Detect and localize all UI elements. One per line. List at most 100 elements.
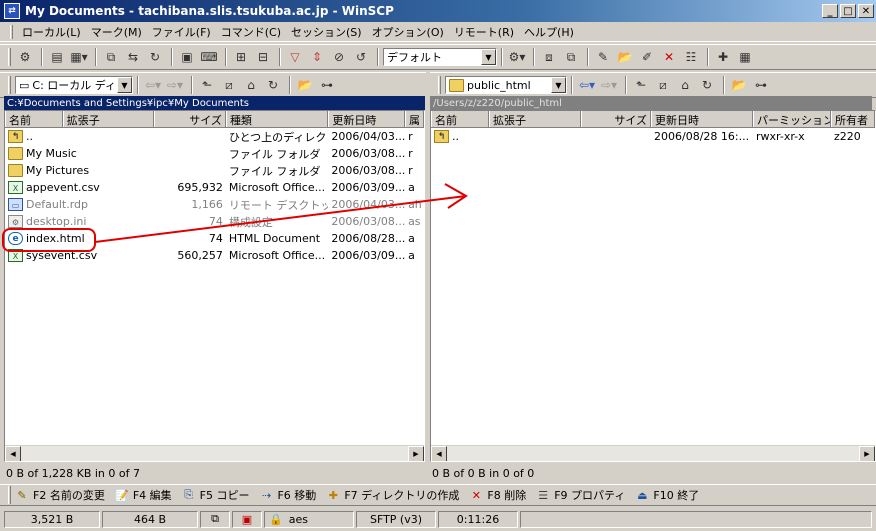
column-size[interactable]: サイズ <box>154 111 226 127</box>
table-row[interactable]: ↰.. 2006/08/28 16:... rwxr-xr-x z220 <box>431 128 875 145</box>
local-file-list[interactable]: 名前 拡張子 サイズ 種類 更新日時 属 ↰.. ひとつ上のディレクト 2006/0… <box>4 110 425 462</box>
unselect-icon[interactable]: ⊟ <box>253 47 273 67</box>
column-name[interactable]: 名前 <box>431 111 489 127</box>
file-name-cell[interactable]: ↰.. <box>5 130 154 144</box>
properties-icon[interactable]: ☷ <box>681 47 701 67</box>
local-hscrollbar[interactable]: ◀ ▶ <box>5 445 424 461</box>
queue-options-icon[interactable]: ▦▾ <box>69 47 89 67</box>
menu-remote[interactable]: リモート(R) <box>449 24 519 40</box>
close-button[interactable]: ✕ <box>858 4 874 18</box>
fkey-button[interactable]: ✚ F7 ディレクトリの作成 <box>326 487 460 503</box>
putty-icon[interactable]: ⌨ <box>199 47 219 67</box>
parent-dir-icon[interactable]: ⬑ <box>631 75 651 95</box>
delete-icon[interactable]: ✕ <box>659 47 679 67</box>
column-name[interactable]: 名前 <box>5 111 63 127</box>
column-modified[interactable]: 更新日時 <box>328 111 406 127</box>
column-extension[interactable]: 拡張子 <box>62 111 155 127</box>
add-bookmark-icon[interactable]: ▦ <box>735 47 755 67</box>
scroll-right-icon[interactable]: ▶ <box>408 446 424 461</box>
file-name-cell[interactable]: ↰.. <box>431 130 581 144</box>
refresh-icon[interactable]: ↻ <box>145 47 165 67</box>
select-icon[interactable]: ⊞ <box>231 47 251 67</box>
column-attributes[interactable]: 属 <box>405 111 424 127</box>
chevron-down-icon[interactable]: ▼ <box>481 49 496 65</box>
table-row[interactable]: ⚙ desktop.ini 74 構成設定 2006/03/08... as <box>5 213 424 230</box>
fkey-button[interactable]: 📝 F4 編集 <box>115 487 172 503</box>
open-folder-icon[interactable]: 📂 <box>295 75 315 95</box>
filter-icon[interactable]: ▽ <box>285 47 305 67</box>
root-dir-icon[interactable]: ⧄ <box>653 75 673 95</box>
file-name-cell[interactable]: My Pictures <box>5 164 154 178</box>
column-extension[interactable]: 拡張子 <box>489 111 581 127</box>
history-icon[interactable]: ↺ <box>351 47 371 67</box>
table-row[interactable]: Xappevent.csv 695,932 Microsoft Office... 2… <box>5 179 424 196</box>
remote-path-bar[interactable]: /Users/z/z220/public_html <box>430 96 872 110</box>
sort-icon[interactable]: ⇕ <box>307 47 327 67</box>
edit-file-icon[interactable]: ✎ <box>593 47 613 67</box>
fkey-button[interactable]: ⎘ F5 コピー <box>182 487 249 503</box>
log-icon[interactable]: ▣ <box>232 510 262 528</box>
open-folder-icon[interactable]: 📂 <box>729 75 749 95</box>
scroll-left-icon[interactable]: ◀ <box>5 446 21 461</box>
file-name-cell[interactable]: ⚙ desktop.ini <box>5 215 154 229</box>
fkey-button[interactable]: ✎ F2 名前の変更 <box>15 487 104 503</box>
menu-grip[interactable] <box>10 24 13 39</box>
synchronize-icon[interactable]: ⇆ <box>123 47 143 67</box>
fkey-button[interactable]: ✕ F8 削除 <box>469 487 526 503</box>
file-name-cell[interactable]: My Music <box>5 147 154 161</box>
winscp-app-icon[interactable]: ⇄ <box>4 3 20 19</box>
root-dir-icon[interactable]: ⧄ <box>219 75 239 95</box>
column-owner[interactable]: 所有者 <box>831 111 875 127</box>
compare-dirs-icon[interactable]: ⧉ <box>101 47 121 67</box>
refresh-icon[interactable]: ↻ <box>697 75 717 95</box>
scroll-track[interactable] <box>21 446 408 461</box>
back-icon[interactable]: ⇦▾ <box>577 75 597 95</box>
table-row[interactable]: My Music ファイル フォルダ 2006/03/08... r <box>5 145 424 162</box>
back-icon[interactable]: ⇦▾ <box>143 75 163 95</box>
column-permissions[interactable]: パーミッション <box>753 111 831 127</box>
compression-icon[interactable]: ⧉ <box>200 510 230 528</box>
home-dir-icon[interactable]: ⌂ <box>675 75 695 95</box>
remote-file-list[interactable]: 名前 拡張子 サイズ 更新日時 パーミッション 所有者 ↰.. 2006/08/2… <box>430 110 876 462</box>
duplicate-session-icon[interactable]: ⧉ <box>561 47 581 67</box>
chevron-down-icon[interactable]: ▼ <box>117 77 132 93</box>
table-row[interactable]: Xsysevent.csv 560,257 Microsoft Office... 2… <box>5 247 424 264</box>
menu-options[interactable]: オプション(O) <box>367 24 449 40</box>
remote-folder-select[interactable]: public_html ▼ <box>445 76 567 94</box>
table-row[interactable]: ▭Default.rdp 1,166 リモート デスクトッ...2006/04/03… <box>5 196 424 213</box>
transfer-profile-select[interactable]: デフォルト ▼ <box>383 48 497 66</box>
scroll-left-icon[interactable]: ◀ <box>431 446 447 461</box>
table-row[interactable]: My Pictures ファイル フォルダ 2006/03/08... r <box>5 162 424 179</box>
menu-session[interactable]: セッション(S) <box>286 24 367 40</box>
minimize-button[interactable]: _ <box>822 4 838 18</box>
local-path-bar[interactable]: C:¥Documents and Settings¥ipc¥My Documen… <box>4 96 425 110</box>
tree-icon[interactable]: ⊶ <box>317 75 337 95</box>
rename-icon[interactable]: ✐ <box>637 47 657 67</box>
file-name-cell[interactable]: Xappevent.csv <box>5 181 154 195</box>
scroll-right-icon[interactable]: ▶ <box>859 446 875 461</box>
forward-icon[interactable]: ⇨▾ <box>599 75 619 95</box>
file-name-cell[interactable]: Xsysevent.csv <box>5 249 154 263</box>
preferences-icon[interactable]: ⚙ <box>15 47 35 67</box>
refresh-icon[interactable]: ↻ <box>263 75 283 95</box>
remote-hscrollbar[interactable]: ◀ ▶ <box>431 445 875 461</box>
fkey-button[interactable]: ⏏ F10 終了 <box>635 487 699 503</box>
new-session-icon[interactable]: ⧈ <box>539 47 559 67</box>
menu-local[interactable]: ローカル(L) <box>17 24 86 40</box>
file-name-cell[interactable]: ▭ Default.rdp <box>5 198 154 212</box>
fkey-button[interactable]: ☰ F9 プロパティ <box>536 487 625 503</box>
clear-filter-icon[interactable]: ⊘ <box>329 47 349 67</box>
fkey-button[interactable]: ⇢ F6 移動 <box>259 487 316 503</box>
menu-mark[interactable]: マーク(M) <box>86 24 147 40</box>
transfer-settings-icon[interactable]: ⚙▾ <box>507 47 527 67</box>
table-row[interactable]: ↰.. ひとつ上のディレクト 2006/04/03... r <box>5 128 424 145</box>
console-icon[interactable]: ▣ <box>177 47 197 67</box>
queue-icon[interactable]: ▤ <box>47 47 67 67</box>
column-type[interactable]: 種類 <box>225 111 329 127</box>
tree-icon[interactable]: ⊶ <box>751 75 771 95</box>
file-name-cell[interactable]: e index.html <box>5 232 154 246</box>
table-row[interactable]: e index.html 74 HTML Document 2006/08/28... a <box>5 230 424 247</box>
parent-dir-icon[interactable]: ⬑ <box>197 75 217 95</box>
local-drive-select[interactable]: ▭ C: ローカル ディス ▼ <box>15 76 133 94</box>
column-modified[interactable]: 更新日時 <box>651 111 753 127</box>
